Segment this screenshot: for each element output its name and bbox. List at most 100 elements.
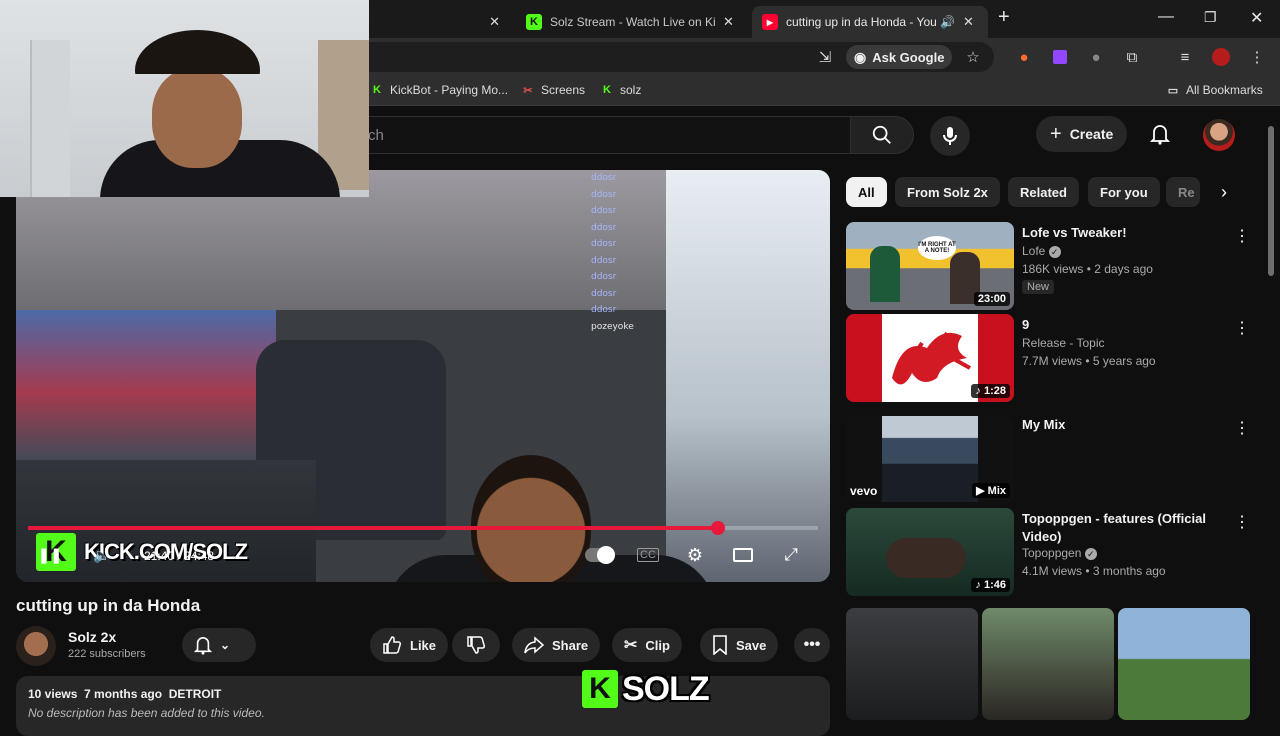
more-vertical-icon[interactable]: ⋮ [1234,226,1250,246]
kick-icon: K [373,84,381,96]
bookmark-screens[interactable]: ✂ Screens [521,83,585,97]
new-badge: New [1022,280,1055,294]
more-vertical-icon[interactable]: ⋮ [1234,512,1250,532]
rec-title[interactable]: Topoppgen - features (Official Video) [1022,510,1232,546]
tab-close-icon[interactable]: ✕ [963,14,974,30]
mix-thumbnail[interactable]: vevo ▶ Mix [846,416,1014,502]
rec-title[interactable]: Lofe vs Tweaker! [1022,224,1232,242]
account-avatar[interactable] [1203,119,1235,151]
recommendation-item[interactable]: ♪ 1:46 Topoppgen - features (Official Vi… [846,508,1256,596]
short-thumbnail[interactable] [1118,608,1250,720]
fullscreen-button[interactable]: ⤢ [778,542,804,568]
extension-orange-icon[interactable]: ● [1013,46,1035,68]
tab-kick[interactable]: K Solz Stream - Watch Live on Kick ✕ [516,6,750,38]
tab-previous[interactable]: ✕ [370,6,510,38]
more-vertical-icon[interactable]: ⋮ [1234,418,1250,438]
search-input[interactable] [340,116,850,154]
chevron-down-icon: ⌄ [220,638,231,652]
share-icon [524,636,544,654]
clip-button[interactable]: ✂ Clip [612,628,682,662]
short-thumbnail[interactable] [846,608,978,720]
rec-channel: Release - Topic [1022,336,1105,350]
voice-search-button[interactable] [930,116,970,156]
more-actions-button[interactable]: ••• [794,628,830,662]
car-window-left [16,310,276,460]
folder-icon: ▭ [1167,84,1179,97]
rec-stats: 4.1M views • 3 months ago [1022,564,1166,578]
profile-avatar-icon[interactable] [1210,46,1232,68]
ksolz-text: SOLZ [622,669,710,708]
rec-title[interactable]: 9 [1022,316,1232,334]
bookmark-star-icon[interactable]: ☆ [962,46,984,68]
chips-next-button[interactable]: › [1210,180,1238,204]
twitch-extension-icon[interactable] [1049,46,1071,68]
captions-button[interactable]: CC [636,542,660,568]
video-thumbnail[interactable]: ♪ 1:28 [846,314,1014,402]
share-button[interactable]: Share [512,628,601,662]
create-label: Create [1069,126,1114,142]
recommendation-item[interactable]: ♪ 1:28 9 Release - Topic 7.7M views • 5 … [846,314,1256,402]
chat-message: ddosr [591,255,617,266]
install-app-icon[interactable]: ⇲ [814,46,836,68]
notifications-button[interactable] [1146,120,1174,148]
restore-button[interactable]: ❐ [1204,9,1217,26]
chip-from-solz[interactable]: From Solz 2x [895,177,1000,207]
all-bookmarks[interactable]: ▭ All Bookmarks [1166,83,1263,97]
pause-button[interactable]: ❚❚ [37,542,62,568]
duration-text: 1:46 [983,579,1006,591]
short-thumbnail[interactable] [982,608,1114,720]
chrome-menu-icon[interactable]: ⋮ [1246,46,1268,68]
webcam-person-face [152,68,242,168]
youtube-favicon-icon: ▶ [762,14,778,30]
rec-channel-name: Topoppgen [1022,546,1082,560]
bookmark-label: Screens [541,83,586,97]
chip-for-you[interactable]: For you [1088,177,1160,207]
video-thumbnail[interactable]: ♪ 1:46 [846,508,1014,596]
volume-button[interactable]: 🔈 [90,542,114,568]
channel-name[interactable]: Solz 2x [68,629,116,645]
search-button[interactable] [850,116,914,154]
bell-icon [1150,125,1170,145]
fullscreen-icon: ⤢ [784,545,798,564]
rec-channel-name: Lofe [1022,244,1046,258]
audio-playing-icon[interactable]: 🔊 [940,15,955,29]
video-thumbnail[interactable]: I'M RIGHT AT A NOTE! 23:00 [846,222,1014,310]
recommendation-item[interactable]: I'M RIGHT AT A NOTE! 23:00 Lofe vs Tweak… [846,222,1256,310]
new-tab-button[interactable]: + [998,6,1010,29]
mic-icon [943,127,957,145]
ask-google-button[interactable]: ◉ Ask Google [846,45,953,69]
dislike-button[interactable] [452,628,500,662]
page-scrollbar[interactable] [1268,126,1274,276]
extensions-puzzle-icon[interactable]: ⧉ [1121,46,1143,68]
media-control-icon[interactable]: ≡ [1174,46,1196,68]
subscription-bell-button[interactable]: ⌄ [182,628,256,662]
thumbs-down-icon [467,636,486,654]
bookmark-solz[interactable]: K solz [600,83,641,97]
volume-icon: 🔈 [93,546,111,563]
more-vertical-icon[interactable]: ⋮ [1234,318,1250,338]
recommendation-mix[interactable]: vevo ▶ Mix My Mix ⋮ [846,414,1256,502]
bookmark-kickbot[interactable]: K KickBot - Paying Mo... [370,83,508,97]
vevo-logo: vevo [850,484,878,498]
settings-button[interactable]: ⚙ [682,542,708,568]
tab-youtube[interactable]: ▶ cutting up in da Honda - YouTube 🔊 ✕ [752,6,988,38]
extension-gray-icon[interactable]: ● [1085,46,1107,68]
create-button[interactable]: + Create [1036,116,1128,152]
tab-close-icon[interactable]: ✕ [723,14,734,30]
more-horizontal-icon: ••• [803,636,821,653]
tab-close-icon[interactable]: ✕ [489,14,500,30]
like-button[interactable]: Like [370,628,449,662]
save-button[interactable]: Save [700,628,779,662]
ask-google-label: Ask Google [872,49,945,65]
channel-avatar[interactable] [16,626,56,666]
chip-related[interactable]: Related [1008,177,1079,207]
video-player[interactable]: ddosr ddosr ddosr ddosr ddosr ddosr ddos… [16,170,830,582]
autoplay-toggle[interactable] [584,542,616,568]
close-window-button[interactable]: ✕ [1250,8,1263,28]
progress-scrubber[interactable] [711,521,725,535]
chip-all[interactable]: All [846,177,887,207]
theater-mode-button[interactable] [730,542,756,568]
minimize-button[interactable]: — [1158,8,1174,26]
rec-title[interactable]: My Mix [1022,416,1232,434]
chip-recent[interactable]: Re [1166,177,1200,207]
